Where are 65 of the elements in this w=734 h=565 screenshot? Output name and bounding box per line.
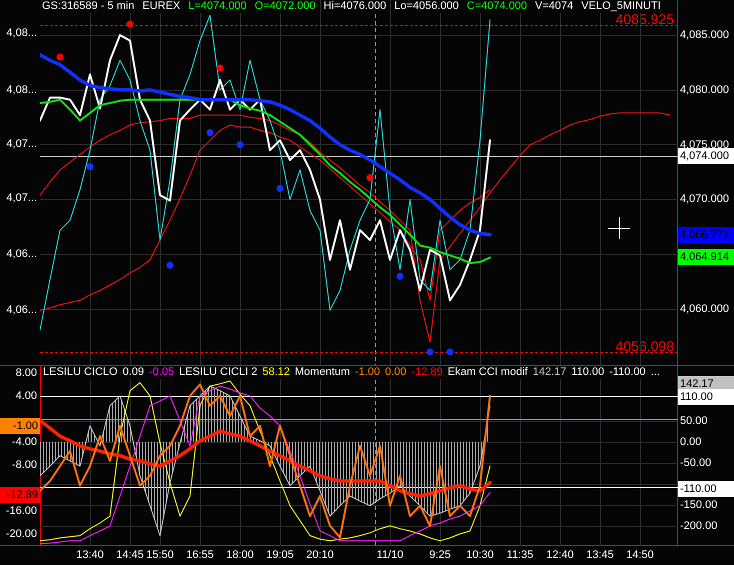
indicator-legend-text: -110.00 [609,366,646,379]
level-label: 4085.925 [616,13,674,25]
indicator-legend-text: -12.89 [411,366,443,379]
time-label: 10:30 [465,548,495,562]
chart-header-text: C=4074.000 [466,0,528,13]
value-tag: -12.89 [0,487,40,503]
axis-label: 4,06... [6,303,37,317]
chart-header-text: L=4074.000 [188,0,247,13]
axis-label: 8.00 [16,366,37,380]
axis-label: 4,06... [6,247,37,261]
chart-header-text: O=4072.000 [254,0,316,13]
chart-header-text: GS:316589 - 5 min [42,0,134,13]
axis-label: 4,07... [6,191,37,205]
value-tag: 4,064.914 [678,249,734,265]
axis-label: 4,08... [6,83,37,97]
axis-label: 50.00 [680,414,708,428]
value-tag: 110.00 [678,389,734,405]
time-label: 12:40 [545,548,575,562]
axis-label: 0.00 [680,435,702,449]
indicator-legend-text: Ekam CCI modif [448,366,528,379]
value-tag: -1.00 [0,418,40,434]
axis-label: 4,070.000 [680,192,729,206]
time-label: 13:45 [585,548,615,562]
axis-label: -50.00 [680,456,712,470]
indicator-legend-text: 142.17 [532,366,566,379]
axis-label: -4.00 [12,434,37,449]
indicator-legend-text: -0.05 [149,366,174,379]
indicator-legend-text: 0.00 [385,366,406,379]
axis-label: 4,07... [6,137,37,151]
time-label: 19:05 [265,548,295,562]
indicator-legend-text: Momentum [294,366,350,379]
indicator-legend-text: -1.00 [354,366,380,379]
time-label: 18:00 [225,548,255,562]
time-label: 9:25 [428,548,452,562]
indicator-legend-text: 0.09 [122,366,144,379]
level-label: 4056.098 [616,340,674,352]
value-tag: 4,074.000 [678,148,734,164]
indicator-legend-text: LESILU CICLI 2 [179,366,258,379]
time-label: 14:50 [625,548,655,562]
axis-label: 4,060.000 [680,302,729,316]
axis-label: 4.00 [16,388,37,403]
time-label: 16:55 [185,548,215,562]
chart-header-text: Hi=4076.000 [324,0,386,13]
time-label: 13:40 [75,548,105,562]
axis-label: 4,075.000 [680,138,729,151]
chart-header-text: EUREX [142,0,180,13]
axis-label: -200.00 [680,519,718,533]
axis-label: 4,080.000 [680,82,729,97]
time-label: 11:35 [506,548,534,562]
axis-label: 4,08... [6,26,37,40]
axis-label: -16.00 [6,504,37,518]
chart-header-text: V=4074 [535,0,574,13]
axis-label: -20.00 [6,526,37,541]
chart-header-text: VELO_5MINUTI [581,0,661,13]
value-tag: -110.00 [678,481,734,497]
value-tag: 4,066.771 [678,227,734,243]
time-label: 20:10 [305,548,335,562]
indicator-legend-text: 58.12 [262,366,290,379]
axis-label: -8.00 [12,458,37,472]
indicator-legend-text: LESILU CICLO [43,366,118,379]
chart-header-text: Lo=4056.000 [394,0,459,13]
axis-label: -150.00 [680,498,718,512]
indicator-legend-text: 110.00 [571,366,604,379]
time-label: 11/10 [376,548,404,562]
axis-label: 4,085.000 [680,28,729,42]
